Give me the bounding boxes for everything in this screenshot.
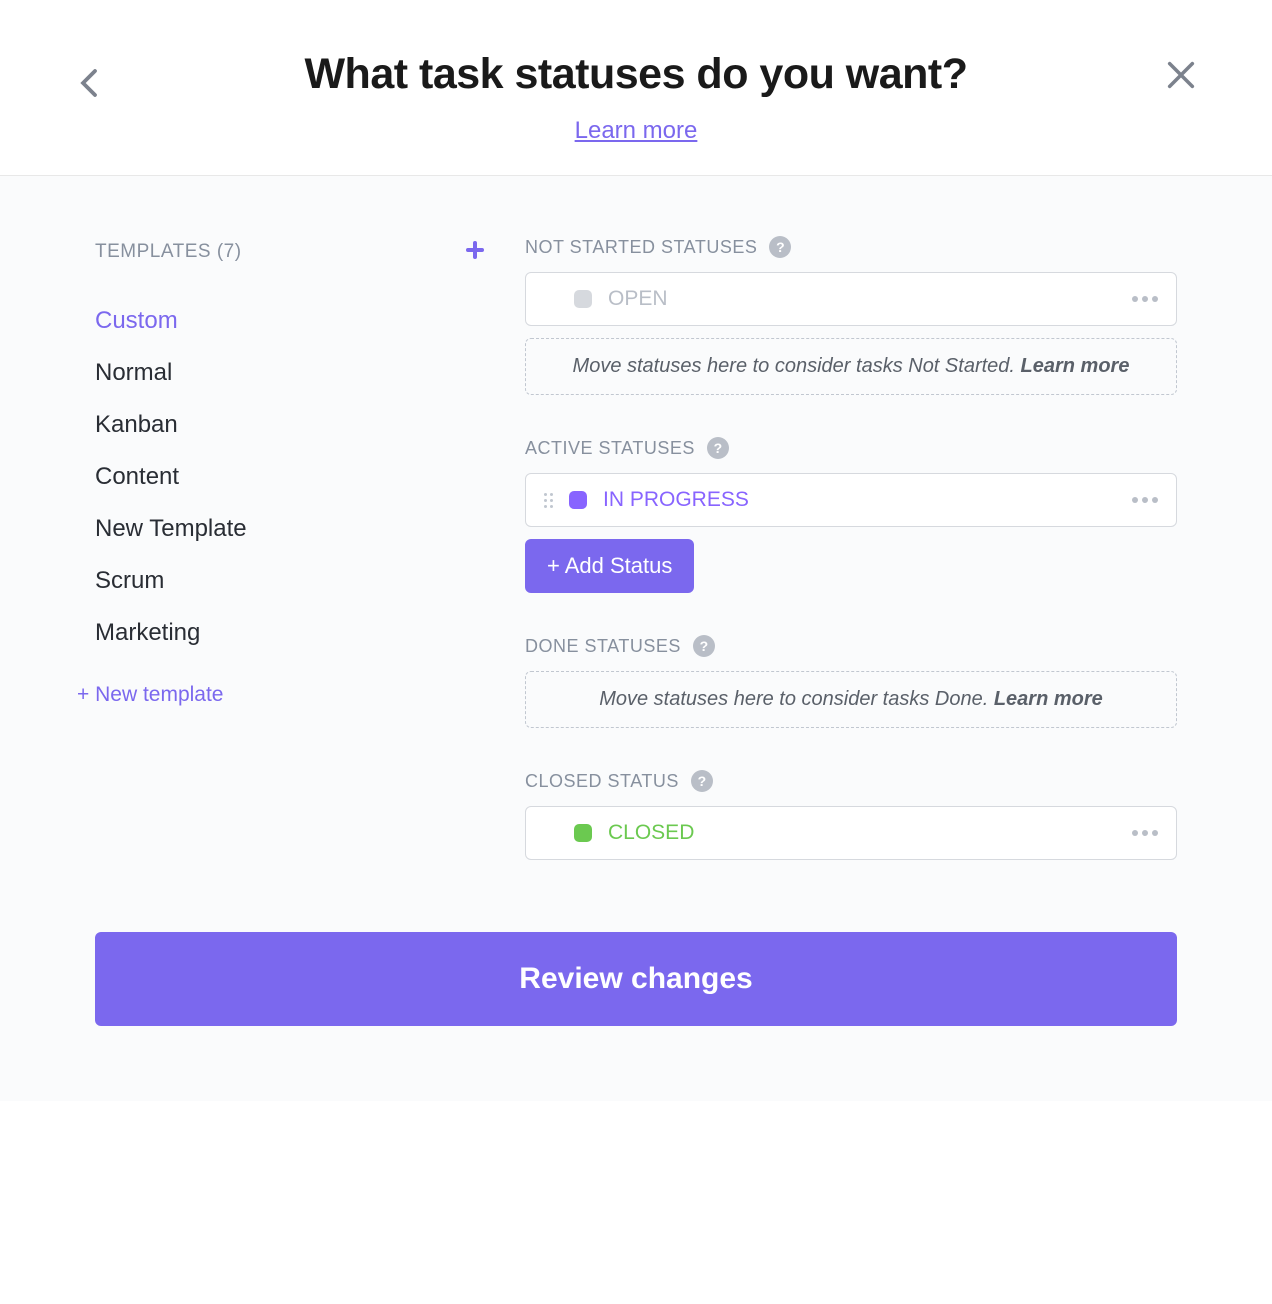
back-button[interactable] [80, 68, 98, 103]
close-button[interactable] [1164, 58, 1198, 97]
templates-sidebar: TEMPLATES (7) Custom Normal Kanban Conte… [95, 236, 525, 872]
active-label: ACTIVE STATUSES [525, 438, 695, 459]
chevron-left-icon [80, 68, 98, 98]
modal-body: TEMPLATES (7) Custom Normal Kanban Conte… [0, 176, 1272, 932]
template-item-content[interactable]: Content [95, 451, 485, 503]
help-icon[interactable]: ? [691, 770, 713, 792]
template-item-new-template[interactable]: New Template [95, 503, 485, 555]
template-list: Custom Normal Kanban Content New Templat… [95, 295, 485, 659]
close-icon [1164, 58, 1198, 92]
status-menu-button[interactable] [1132, 497, 1158, 503]
status-editor: NOT STARTED STATUSES ? OPEN Move statuse… [525, 236, 1177, 872]
help-icon[interactable]: ? [707, 437, 729, 459]
status-name: OPEN [608, 287, 1116, 311]
template-item-kanban[interactable]: Kanban [95, 399, 485, 451]
status-color-swatch [574, 824, 592, 842]
status-name: IN PROGRESS [603, 488, 1116, 512]
done-section: DONE STATUSES ? Move statuses here to co… [525, 635, 1177, 728]
modal-header: What task statuses do you want? Learn mo… [0, 0, 1272, 176]
status-name: CLOSED [608, 821, 1116, 845]
review-changes-button[interactable]: Review changes [95, 932, 1177, 1026]
not-started-section: NOT STARTED STATUSES ? OPEN Move statuse… [525, 236, 1177, 395]
templates-count-label: TEMPLATES (7) [95, 241, 242, 263]
status-card-open[interactable]: OPEN [525, 272, 1177, 326]
template-item-scrum[interactable]: Scrum [95, 555, 485, 607]
plus-icon [465, 240, 485, 260]
closed-label: CLOSED STATUS [525, 771, 679, 792]
status-menu-button[interactable] [1132, 830, 1158, 836]
add-status-button[interactable]: + Add Status [525, 539, 694, 593]
template-item-normal[interactable]: Normal [95, 347, 485, 399]
templates-header: TEMPLATES (7) [95, 236, 485, 267]
dropzone-text: Move statuses here to consider tasks Don… [599, 688, 994, 710]
status-menu-button[interactable] [1132, 296, 1158, 302]
not-started-label: NOT STARTED STATUSES [525, 237, 757, 258]
closed-section: CLOSED STATUS ? CLOSED [525, 770, 1177, 860]
add-template-button[interactable] [465, 236, 485, 267]
status-color-swatch [574, 290, 592, 308]
not-started-dropzone[interactable]: Move statuses here to consider tasks Not… [525, 338, 1177, 395]
status-card-closed[interactable]: CLOSED [525, 806, 1177, 860]
drag-handle-icon[interactable] [544, 493, 553, 508]
help-icon[interactable]: ? [769, 236, 791, 258]
active-section: ACTIVE STATUSES ? IN PROGRESS + Add Stat… [525, 437, 1177, 593]
done-label: DONE STATUSES [525, 636, 681, 657]
learn-more-link[interactable]: Learn more [575, 117, 698, 145]
help-icon[interactable]: ? [693, 635, 715, 657]
status-color-swatch [569, 491, 587, 509]
dropzone-text: Move statuses here to consider tasks Not… [573, 355, 1021, 377]
done-dropzone[interactable]: Move statuses here to consider tasks Don… [525, 671, 1177, 728]
dropzone-learn-more[interactable]: Learn more [994, 688, 1103, 710]
new-template-button[interactable]: + New template [77, 683, 485, 707]
template-item-marketing[interactable]: Marketing [95, 607, 485, 659]
template-item-custom[interactable]: Custom [95, 295, 485, 347]
dropzone-learn-more[interactable]: Learn more [1021, 355, 1130, 377]
status-card-in-progress[interactable]: IN PROGRESS [525, 473, 1177, 527]
page-title: What task statuses do you want? [0, 50, 1272, 99]
modal-footer: Review changes [0, 932, 1272, 1101]
